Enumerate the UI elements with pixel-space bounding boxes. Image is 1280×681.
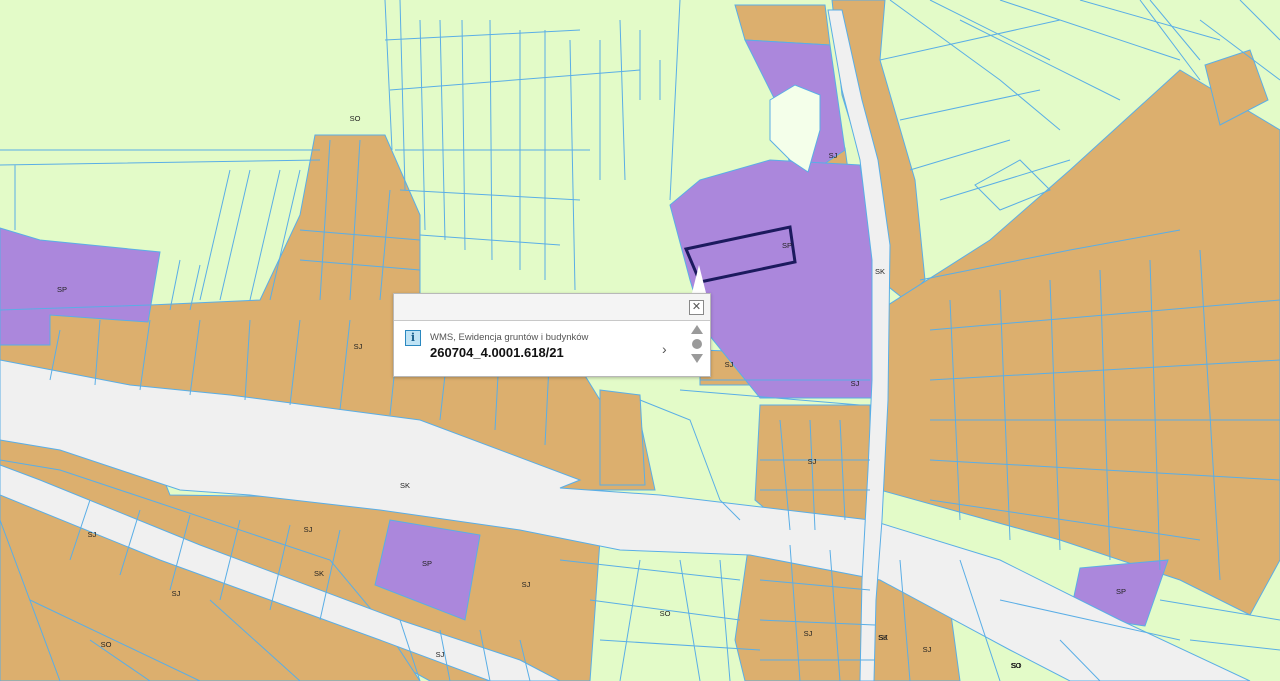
zoning-label: SP [782,241,792,250]
next-result-arrow-icon[interactable] [691,354,703,363]
zoning-label: SJ [804,629,813,638]
zoning-label: SP [1116,587,1126,596]
result-navigation [690,325,704,363]
zoning-label: SJ [808,457,817,466]
zoning-label: SO [1011,661,1022,670]
current-result-dot-icon[interactable] [692,339,702,349]
popup-body: i WMS, Ewidencja gruntów i budynków 2607… [394,321,710,376]
zoning-label: SJ [522,580,531,589]
popup-pointer [692,265,706,293]
zoning-label: SK [878,633,888,642]
zoning-label: SO [101,640,112,649]
layer-name: WMS, Ewidencja gruntów i budynków [430,332,589,343]
popup-header: ✕ [394,294,710,321]
info-icon: i [405,330,421,346]
zoning-label: SJ [923,645,932,654]
close-button[interactable]: ✕ [689,300,704,315]
zoning-label: SJ [436,650,445,659]
zoning-label: SK [400,481,410,490]
identify-popup: ✕ i WMS, Ewidencja gruntów i budynków 26… [393,293,711,377]
zoning-label: SJ [829,151,838,160]
zoning-label: SP [422,559,432,568]
zoning-label: SK [875,267,885,276]
zoning-label: SJ [304,525,313,534]
zoning-label: SO [350,114,361,123]
zoning-label: SO [660,609,671,618]
zoning-label: SP [57,285,67,294]
zoning-label: SJ [88,530,97,539]
zoning-label: SJ [851,379,860,388]
zoning-label: SJ [354,342,363,351]
previous-result-arrow-icon[interactable] [691,325,703,334]
zoning-label: SJ [172,589,181,598]
parcel-id[interactable]: 260704_4.0001.618/21 [430,345,564,360]
zoning-label: SJ [725,360,734,369]
next-result-chevron-icon[interactable]: › [662,341,667,357]
zoning-label: SK [314,569,324,578]
